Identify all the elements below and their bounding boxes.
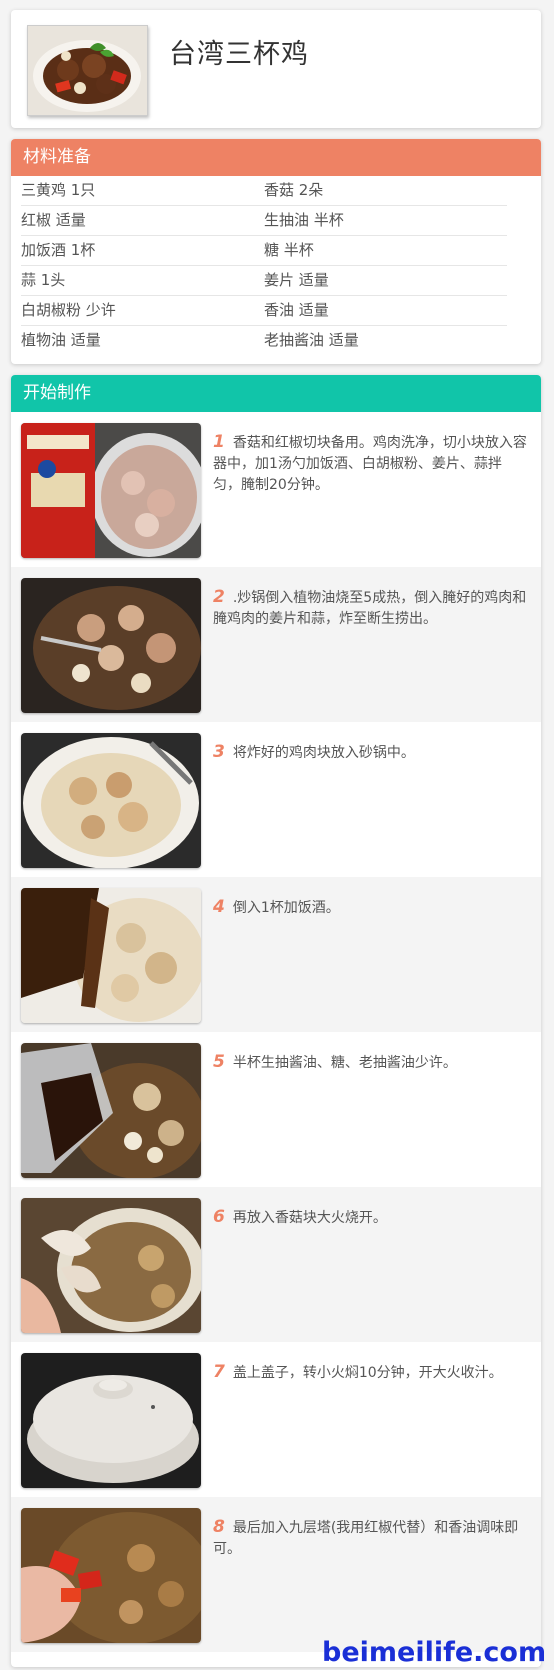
step-description: 将炸好的鸡肉块放入砂锅中。 — [232, 745, 415, 761]
step-number: 1 — [213, 432, 225, 452]
step-description: 香菇和红椒切块备用。鸡肉洗净，切小块放入容器中，加1汤勺加饭酒、白胡椒粉、姜片、… — [213, 435, 527, 493]
recipe-header: 台湾三杯鸡 — [11, 10, 541, 128]
ingredient-row: 三黄鸡 1只 香菇 2朵 — [21, 176, 507, 206]
step-description: 半杯生抽酱油、糖、老抽酱油少许。 — [232, 1055, 457, 1071]
step-text: 8 最后加入九层塔(我用红椒代替）和香油调味即可。 — [213, 1517, 529, 1560]
step-text: 6 再放入香菇块大火烧开。 — [213, 1207, 529, 1229]
step-number: 2 — [213, 587, 225, 607]
step-item: 1 香菇和红椒切块备用。鸡肉洗净，切小块放入容器中，加1汤勺加饭酒、白胡椒粉、姜片… — [11, 412, 541, 567]
step-number: 3 — [213, 742, 225, 762]
ingredient-row: 红椒 适量 生抽油 半杯 — [21, 206, 507, 236]
recipe-title: 台湾三杯鸡 — [169, 39, 309, 70]
step-photo — [21, 423, 201, 558]
step-text: 1 香菇和红椒切块备用。鸡肉洗净，切小块放入容器中，加1汤勺加饭酒、白胡椒粉、姜片… — [213, 432, 529, 496]
ingredient-row: 蒜 1头 姜片 适量 — [21, 266, 507, 296]
step-item: 7 盖上盖子，转小火焖10分钟，开大火收汁。 — [11, 1342, 541, 1497]
step-item: 6 再放入香菇块大火烧开。 — [11, 1187, 541, 1342]
step-photo — [21, 578, 201, 713]
ingredient-item: 白胡椒粉 少许 — [21, 301, 116, 319]
step-photo — [21, 888, 201, 1023]
step-item: 8 最后加入九层塔(我用红椒代替）和香油调味即可。 — [11, 1497, 541, 1652]
ingredient-row: 加饭酒 1杯 糖 半杯 — [21, 236, 507, 266]
step-description: 倒入1杯加饭酒。 — [232, 900, 340, 916]
step-number: 4 — [213, 897, 225, 917]
ingredient-item: 姜片 适量 — [264, 271, 329, 289]
ingredient-row: 白胡椒粉 少许 香油 适量 — [21, 296, 507, 326]
step-item: 5 半杯生抽酱油、糖、老抽酱油少许。 — [11, 1032, 541, 1187]
step-item: 4 倒入1杯加饭酒。 — [11, 877, 541, 1032]
step-item: 2 .炒锅倒入植物油烧至5成热，倒入腌好的鸡肉和腌鸡肉的姜片和蒜，炸至断生捞出。 — [11, 567, 541, 722]
ingredients-heading: 材料准备 — [11, 139, 541, 176]
dish-thumbnail — [27, 25, 148, 116]
steps-card: 开始制作 1 香菇和红椒切块备用。鸡肉洗净，切小块放入容器中，加1汤勺加饭酒、白胡… — [11, 375, 541, 1667]
step-text: 5 半杯生抽酱油、糖、老抽酱油少许。 — [213, 1052, 529, 1074]
step-item: 3 将炸好的鸡肉块放入砂锅中。 — [11, 722, 541, 877]
ingredient-item: 植物油 适量 — [21, 331, 101, 349]
step-description: 再放入香菇块大火烧开。 — [232, 1210, 387, 1226]
step-description: 最后加入九层塔(我用红椒代替）和香油调味即可。 — [213, 1520, 519, 1557]
site-watermark: beimeilife.com — [322, 1637, 547, 1668]
step-number: 8 — [213, 1517, 225, 1537]
step-text: 3 将炸好的鸡肉块放入砂锅中。 — [213, 742, 529, 764]
step-photo — [21, 733, 201, 868]
step-description: 盖上盖子，转小火焖10分钟，开大火收汁。 — [232, 1365, 503, 1381]
ingredient-item: 三黄鸡 1只 — [21, 181, 96, 199]
ingredient-item: 香油 适量 — [264, 301, 329, 319]
step-description: .炒锅倒入植物油烧至5成热，倒入腌好的鸡肉和腌鸡肉的姜片和蒜，炸至断生捞出。 — [213, 590, 527, 627]
step-photo — [21, 1043, 201, 1178]
ingredient-item: 生抽油 半杯 — [264, 211, 344, 229]
step-photo — [21, 1198, 201, 1333]
step-number: 7 — [213, 1362, 225, 1382]
step-text: 4 倒入1杯加饭酒。 — [213, 897, 529, 919]
ingredient-item: 红椒 适量 — [21, 211, 86, 229]
step-number: 6 — [213, 1207, 225, 1227]
ingredient-item: 糖 半杯 — [264, 241, 314, 259]
ingredients-card: 材料准备 三黄鸡 1只 香菇 2朵 红椒 适量 生抽油 半杯 加饭酒 1杯 糖 … — [11, 139, 541, 364]
step-number: 5 — [213, 1052, 225, 1072]
ingredient-item: 香菇 2朵 — [264, 181, 324, 199]
steps-heading: 开始制作 — [11, 375, 541, 412]
ingredient-row: 植物油 适量 老抽酱油 适量 — [21, 326, 507, 355]
step-photo — [21, 1508, 201, 1643]
ingredient-item: 老抽酱油 适量 — [264, 331, 359, 349]
ingredients-list: 三黄鸡 1只 香菇 2朵 红椒 适量 生抽油 半杯 加饭酒 1杯 糖 半杯 蒜 … — [11, 176, 541, 355]
step-photo — [21, 1353, 201, 1488]
ingredient-item: 加饭酒 1杯 — [21, 241, 96, 259]
ingredient-item: 蒜 1头 — [21, 271, 66, 289]
step-text: 7 盖上盖子，转小火焖10分钟，开大火收汁。 — [213, 1362, 529, 1384]
step-text: 2 .炒锅倒入植物油烧至5成热，倒入腌好的鸡肉和腌鸡肉的姜片和蒜，炸至断生捞出。 — [213, 587, 529, 630]
